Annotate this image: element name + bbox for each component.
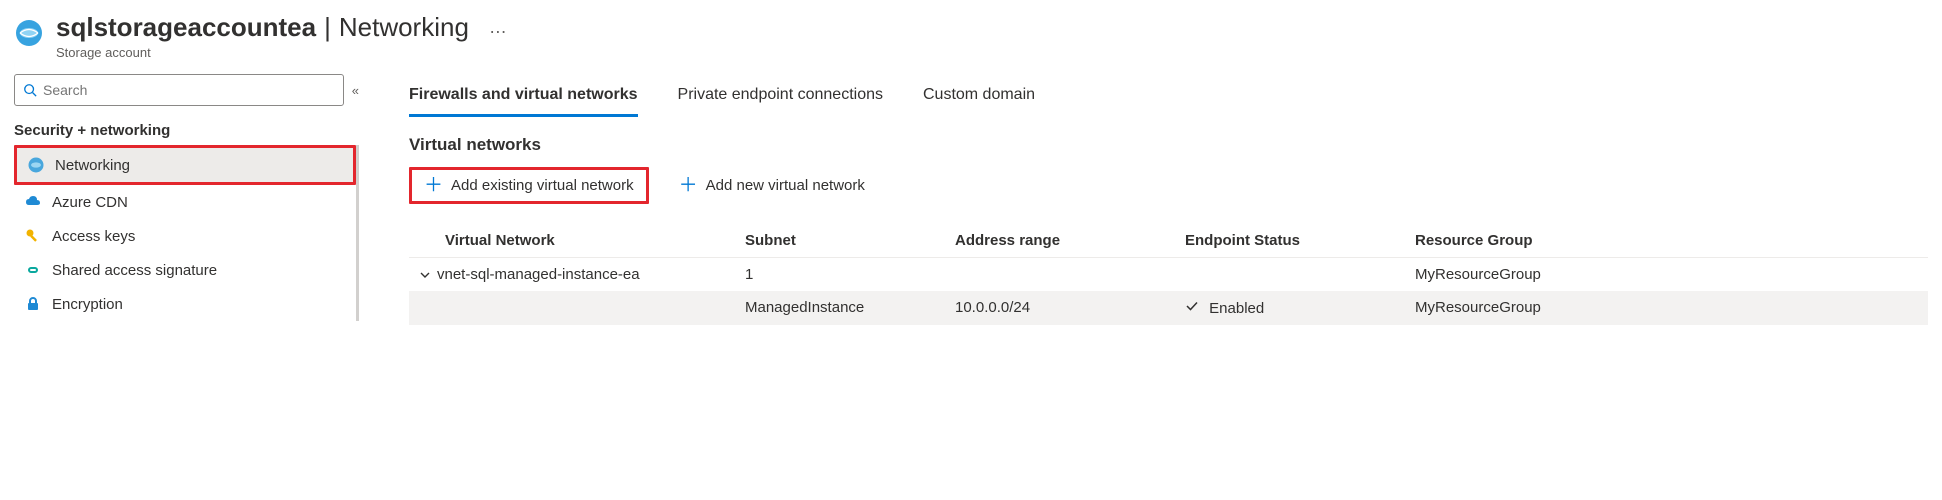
search-field[interactable]	[43, 82, 335, 98]
key-icon	[24, 227, 42, 245]
sidebar-section-heading: Security + networking	[14, 122, 359, 139]
sidebar-item-label: Encryption	[52, 296, 123, 313]
main-content: Firewalls and virtual networks Private e…	[359, 74, 1928, 325]
row-rg: MyResourceGroup	[1415, 299, 1928, 317]
resource-name: sqlstorageaccountea	[56, 12, 316, 43]
button-label: Add existing virtual network	[451, 177, 634, 194]
add-new-vnet-button[interactable]: ＋ Add new virtual network	[667, 170, 877, 201]
page-title: sqlstorageaccountea | Networking …	[56, 12, 509, 43]
search-input[interactable]	[14, 74, 344, 106]
check-icon	[1185, 300, 1203, 317]
tab-private-endpoints[interactable]: Private endpoint connections	[678, 80, 883, 117]
sidebar: « Security + networking Networking Azure…	[14, 74, 359, 325]
storage-account-icon	[14, 18, 44, 48]
vnet-section-title: Virtual networks	[409, 135, 1928, 155]
sidebar-item-encryption[interactable]: Encryption	[14, 287, 356, 321]
plus-icon: ＋	[424, 176, 443, 195]
row-addr: 10.0.0.0/24	[955, 299, 1185, 317]
page-header: sqlstorageaccountea | Networking … Stora…	[14, 12, 1928, 60]
tab-firewalls[interactable]: Firewalls and virtual networks	[409, 80, 638, 117]
sidebar-item-azure-cdn[interactable]: Azure CDN	[14, 185, 356, 219]
row-addr	[955, 266, 1185, 283]
tab-bar: Firewalls and virtual networks Private e…	[409, 80, 1928, 117]
resource-type: Storage account	[56, 45, 509, 60]
globe-icon	[27, 156, 45, 174]
sidebar-item-label: Access keys	[52, 228, 135, 245]
col-rg: Resource Group	[1415, 232, 1928, 249]
row-subnet: 1	[745, 266, 955, 283]
collapse-sidebar-icon[interactable]: «	[352, 83, 359, 98]
vnet-table: Virtual Network Subnet Address range End…	[409, 224, 1928, 325]
table-row[interactable]: ManagedInstance 10.0.0.0/24 Enabled MyRe…	[409, 291, 1928, 325]
search-icon	[23, 83, 37, 97]
row-subnet: ManagedInstance	[745, 299, 955, 317]
row-status	[1185, 266, 1415, 283]
sidebar-item-label: Azure CDN	[52, 194, 128, 211]
link-icon	[24, 261, 42, 279]
tab-custom-domain[interactable]: Custom domain	[923, 80, 1035, 117]
col-subnet: Subnet	[745, 232, 955, 249]
more-icon[interactable]: …	[489, 17, 509, 38]
chevron-down-icon[interactable]	[419, 269, 431, 281]
button-label: Add new virtual network	[706, 177, 865, 194]
plus-icon: ＋	[679, 176, 698, 195]
col-status: Endpoint Status	[1185, 232, 1415, 249]
sidebar-item-label: Networking	[55, 157, 130, 174]
col-address: Address range	[955, 232, 1185, 249]
table-header: Virtual Network Subnet Address range End…	[409, 224, 1928, 258]
row-rg: MyResourceGroup	[1415, 266, 1928, 283]
table-row[interactable]: vnet-sql-managed-instance-ea 1 MyResourc…	[409, 258, 1928, 291]
row-status: Enabled	[1185, 299, 1415, 317]
row-vnet: vnet-sql-managed-instance-ea	[437, 266, 640, 283]
add-existing-vnet-button[interactable]: ＋ Add existing virtual network	[409, 167, 649, 204]
sidebar-item-sas[interactable]: Shared access signature	[14, 253, 356, 287]
col-vnet: Virtual Network	[445, 232, 745, 249]
lock-icon	[24, 295, 42, 313]
page-name: Networking	[339, 12, 469, 43]
sidebar-item-label: Shared access signature	[52, 262, 217, 279]
sidebar-item-access-keys[interactable]: Access keys	[14, 219, 356, 253]
sidebar-item-networking[interactable]: Networking	[17, 148, 353, 182]
cloud-icon	[24, 193, 42, 211]
